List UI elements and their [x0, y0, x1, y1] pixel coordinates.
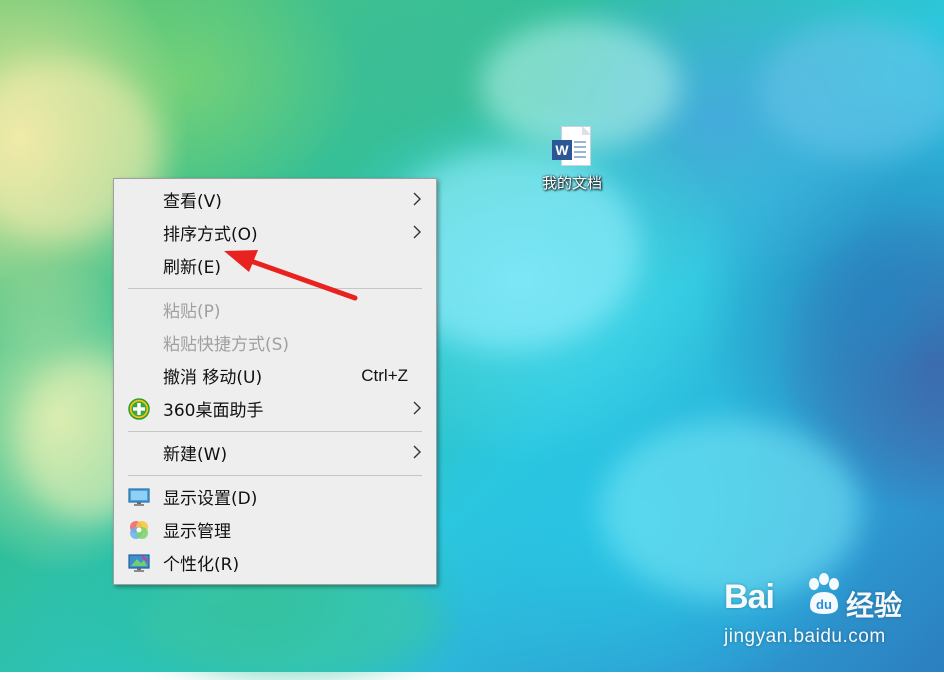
watermark-brand-suffix: 经验: [846, 589, 903, 622]
menu-separator: [128, 288, 422, 289]
menu-item-paste[interactable]: 粘贴(P): [114, 293, 436, 326]
menu-item-personalize[interactable]: 个性化(R): [114, 546, 436, 579]
submenu-arrow-icon: [413, 445, 421, 459]
menu-item-360-desktop-assistant[interactable]: 360桌面助手: [114, 392, 436, 425]
color-wheel-icon: [128, 520, 150, 540]
360-plus-icon: [128, 398, 150, 420]
menu-item-sort-by[interactable]: 排序方式(O): [114, 216, 436, 249]
menu-item-label: 刷新(E): [163, 258, 222, 278]
menu-item-shortcut: Ctrl+Z: [361, 365, 408, 385]
word-badge: W: [552, 140, 572, 160]
desktop-context-menu: 查看(V) 排序方式(O) 刷新(E) 粘贴(P) 粘贴快捷方式(S) 撤消 移…: [113, 178, 437, 585]
desktop-icon-my-documents[interactable]: W 我的文档: [530, 126, 614, 206]
submenu-arrow-icon: [413, 401, 421, 415]
svg-text:du: du: [816, 597, 832, 612]
menu-item-label: 显示管理: [163, 522, 231, 542]
menu-item-new[interactable]: 新建(W): [114, 436, 436, 469]
word-document-icon: W: [552, 126, 591, 166]
menu-separator: [128, 431, 422, 432]
menu-item-label: 360桌面助手: [163, 401, 264, 421]
menu-item-label: 撤消 移动(U): [163, 368, 263, 388]
desktop-icon-label: 我的文档: [541, 174, 602, 192]
menu-item-paste-shortcut[interactable]: 粘贴快捷方式(S): [114, 326, 436, 359]
menu-item-label: 新建(W): [163, 445, 228, 465]
baidu-jingyan-watermark: Bai du 经验 jingyan.baidu.com: [724, 572, 934, 652]
submenu-arrow-icon: [413, 192, 421, 206]
watermark-url: jingyan.baidu.com: [724, 626, 886, 647]
watermark-brand: Bai: [724, 578, 775, 616]
menu-item-label: 个性化(R): [163, 555, 240, 575]
menu-item-label: 粘贴快捷方式(S): [163, 335, 290, 355]
display-settings-icon: [128, 487, 150, 507]
submenu-arrow-icon: [413, 225, 421, 239]
menu-item-undo-move[interactable]: 撤消 移动(U) Ctrl+Z: [114, 359, 436, 392]
menu-item-label: 排序方式(O): [163, 225, 258, 245]
menu-item-label: 显示设置(D): [163, 489, 258, 509]
menu-item-refresh[interactable]: 刷新(E): [114, 249, 436, 282]
menu-item-display-settings[interactable]: 显示设置(D): [114, 480, 436, 513]
menu-item-label: 查看(V): [163, 192, 222, 212]
personalize-monitor-icon: [128, 553, 150, 573]
menu-separator: [128, 475, 422, 476]
menu-item-label: 粘贴(P): [163, 302, 221, 322]
menu-item-view[interactable]: 查看(V): [114, 183, 436, 216]
menu-item-display-management[interactable]: 显示管理: [114, 513, 436, 546]
baidu-paw-logo: du: [809, 573, 839, 614]
